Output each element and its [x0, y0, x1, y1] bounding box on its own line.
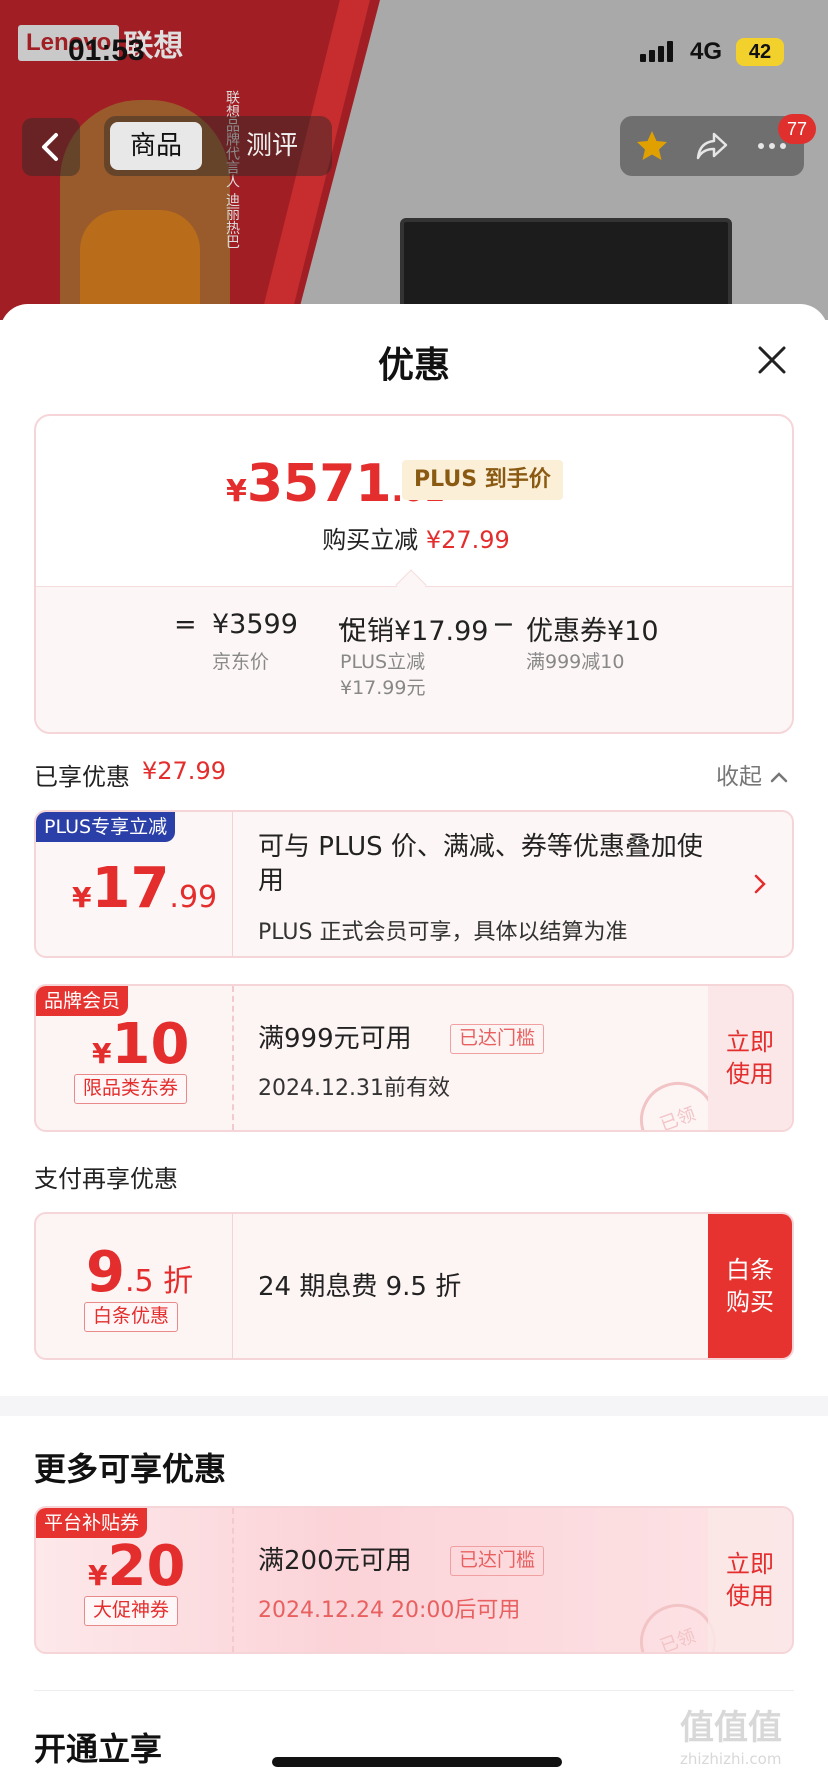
price-summary: ¥ 3571 .01 PLUS 到手价 购买立减 ¥27.99 = ¥3599 …: [34, 414, 794, 734]
status-bar: 01:53 4G 42: [0, 0, 828, 108]
home-indicator[interactable]: [272, 1757, 562, 1767]
baitiao-buy-button[interactable]: 白条 购买: [708, 1214, 792, 1358]
enjoyed-label: 已享优惠: [34, 763, 130, 791]
plus-card-text: 可与 PLUS 价、满减、券等优惠叠加使用: [258, 832, 703, 896]
chevron-left-icon: [42, 133, 58, 161]
platform-coupon-condition: 满200元可用: [258, 1546, 412, 1576]
coupon-divider: [232, 986, 234, 1130]
more-section-title: 更多可享优惠: [34, 1450, 227, 1488]
plus-discount-card[interactable]: PLUS专享立减 ¥17.99 可与 PLUS 价、满减、券等优惠叠加使用 PL…: [34, 810, 794, 958]
signal-icon: [640, 40, 673, 62]
equals-sign: =: [174, 609, 197, 640]
separator: [34, 1690, 794, 1691]
coupon-label: 满999减10: [526, 651, 625, 673]
baitiao-chip: 白条优惠: [84, 1302, 179, 1332]
platform-divider: [232, 1508, 234, 1652]
plus-amount: ¥17.99: [72, 856, 218, 921]
promo-amount: 促销¥17.99: [340, 616, 489, 647]
brand-coupon-validity: 2024.12.31前有效: [258, 1076, 450, 1101]
watermark: 值值值: [680, 1708, 782, 1748]
threshold-reached-badge: 已达门槛: [450, 1024, 545, 1054]
jd-price: ¥3599: [212, 609, 298, 640]
baitiao-text: 24 期息费 9.5 折: [258, 1272, 462, 1302]
jd-price-label: 京东价: [212, 651, 270, 673]
product-tabs: 商品 测评: [104, 116, 332, 176]
pay-section-title: 支付再享优惠: [34, 1165, 178, 1193]
back-button[interactable]: [22, 118, 80, 176]
use-now-button[interactable]: 立即 使用: [708, 986, 792, 1130]
platform-coupon-amount: ¥20: [88, 1534, 186, 1599]
plus-card-sub: PLUS 正式会员可享，具体以结算为准: [258, 920, 628, 945]
baitiao-left: 9.5 折 白条优惠: [36, 1214, 232, 1358]
open-section-title: 开通立享: [34, 1730, 163, 1768]
coupon-type-chip: 限品类东券: [74, 1074, 188, 1104]
close-icon[interactable]: [752, 340, 792, 380]
plus-tag: PLUS专享立减: [36, 812, 176, 842]
brand-coupon-card: 品牌会员 ¥10 限品类东券 满999元可用 已达门槛 2024.12.31前有…: [34, 984, 794, 1132]
tab-review[interactable]: 测评: [226, 122, 318, 170]
collapse-button[interactable]: 收起: [716, 757, 789, 791]
plus-card-left: PLUS专享立减 ¥17.99: [36, 812, 232, 956]
price-formula: = ¥3599 − 促销¥17.99 − 优惠券¥10 京东价 PLUS立减 ¥…: [36, 586, 792, 732]
tab-product[interactable]: 商品: [110, 122, 203, 170]
card-divider: [232, 812, 233, 956]
watermark-url: zhizhizhi.com: [680, 1750, 782, 1768]
platform-coupon-left: 平台补贴券 ¥20 大促神券: [36, 1508, 232, 1652]
chevron-right-icon: [754, 874, 766, 894]
platform-use-now-button[interactable]: 立即 使用: [708, 1508, 792, 1652]
promo-label-value: ¥17.99元: [340, 677, 426, 699]
notification-badge: 77: [778, 114, 816, 144]
purchase-reduction: 购买立减 ¥27.99: [322, 526, 510, 554]
share-icon[interactable]: [694, 128, 730, 164]
platform-coupon-card: 平台补贴券 ¥20 大促神券 满200元可用 已达门槛 2024.12.24 2…: [34, 1506, 794, 1654]
baitiao-card: 9.5 折 白条优惠 24 期息费 9.5 折 白条 购买: [34, 1212, 794, 1360]
brand-coupon-condition: 满999元可用: [258, 1024, 412, 1054]
top-right-toolbar: [620, 116, 804, 176]
promo-label: PLUS立减: [340, 651, 426, 673]
chevron-up-icon: [771, 772, 788, 783]
summary-top: ¥ 3571 .01 PLUS 到手价 购买立减 ¥27.99: [36, 416, 792, 586]
section-gap: [0, 1396, 828, 1416]
baitiao-discount: 9.5 折: [86, 1240, 194, 1305]
platform-coupon-validity: 2024.12.24 20:00后可用: [258, 1598, 521, 1623]
platform-threshold-badge: 已达门槛: [450, 1546, 545, 1576]
brand-coupon-left: 品牌会员 ¥10 限品类东券: [36, 986, 232, 1130]
minus-sign-2: −: [492, 609, 515, 640]
brand-coupon-amount: ¥10: [92, 1012, 190, 1077]
baitiao-divider: [232, 1214, 233, 1358]
battery-icon: 42: [736, 38, 784, 66]
network-type: 4G: [690, 38, 723, 65]
enjoyed-value: ¥27.99: [142, 757, 226, 785]
coupon-amount: 优惠券¥10: [526, 616, 659, 647]
platform-coupon-chip: 大促神券: [84, 1596, 179, 1626]
sheet-title: 优惠: [377, 345, 450, 386]
status-time: 01:53: [68, 34, 145, 67]
plus-price-tag: PLUS 到手价: [402, 460, 563, 500]
discount-sheet: 优惠 ¥ 3571 .01 PLUS 到手价 购买立减 ¥27.99 = ¥35…: [0, 304, 828, 1792]
star-icon[interactable]: [634, 128, 670, 164]
